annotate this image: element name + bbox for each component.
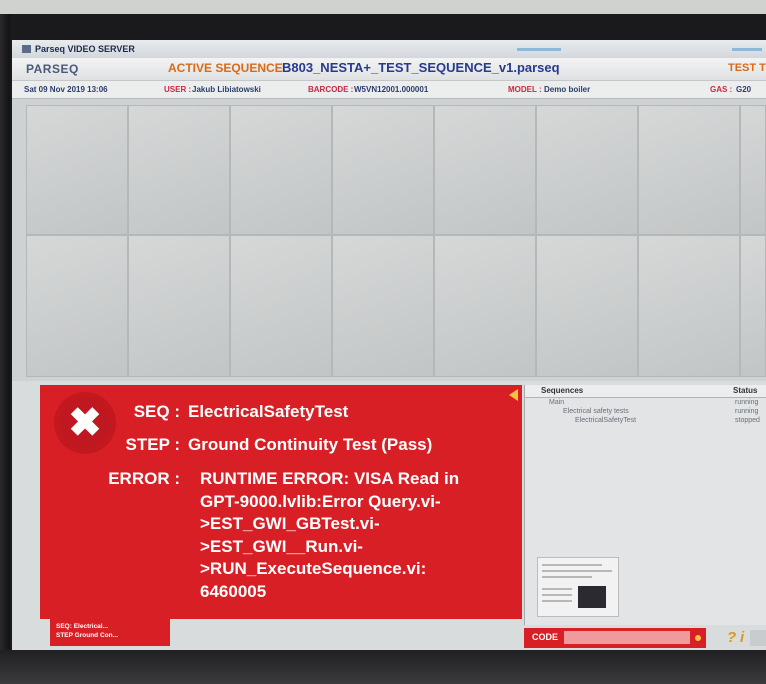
error-step-value: Ground Continuity Test (Pass) xyxy=(188,435,433,454)
video-tile[interactable] xyxy=(740,235,766,377)
monitor-bezel-top xyxy=(0,0,766,14)
panel-edge xyxy=(750,630,766,646)
mini-seq: SEQ: Electrical... xyxy=(56,623,109,630)
preview-line xyxy=(542,588,572,590)
video-tile[interactable] xyxy=(332,235,434,377)
video-tile[interactable] xyxy=(230,105,332,235)
preview-line xyxy=(542,594,572,596)
active-sequence-value: B803_NESTA+_TEST_SEQUENCE_v1.parseq xyxy=(282,60,560,75)
video-tile[interactable] xyxy=(128,235,230,377)
mini-step: STEP Ground Con... xyxy=(56,632,118,639)
video-tile[interactable] xyxy=(230,235,332,377)
active-sequence-label: ACTIVE SEQUENCE : xyxy=(168,61,291,75)
preview-image xyxy=(578,586,606,608)
app-window: Parseq VIDEO SERVER PARSEQ ACTIVE SEQUEN… xyxy=(12,40,766,652)
video-grid xyxy=(12,99,766,381)
error-step-row: STEP : Ground Continuity Test (Pass) xyxy=(40,434,522,456)
error-label: ERROR : xyxy=(108,469,180,488)
video-tile[interactable] xyxy=(536,235,638,377)
video-tile[interactable] xyxy=(638,235,740,377)
sequences-table-header: Sequences Status xyxy=(525,385,766,398)
window-titlebar: Parseq VIDEO SERVER xyxy=(12,40,766,58)
status-electrical-safety-test: stopped xyxy=(735,417,760,424)
code-status-icon xyxy=(695,635,701,641)
video-tile[interactable] xyxy=(536,105,638,235)
gas-label: GAS : xyxy=(710,85,733,94)
parseq-logo: PARSEQ xyxy=(26,62,79,76)
video-tile[interactable] xyxy=(740,105,766,235)
gas-value: G20 xyxy=(736,85,752,94)
collapse-arrow-icon[interactable] xyxy=(509,389,518,401)
help-icon[interactable]: ? xyxy=(727,629,736,646)
error-seq-label: SEQ : xyxy=(133,402,180,421)
tree-item-electrical-safety-test[interactable]: ElectricalSafetyTest xyxy=(575,417,636,424)
user-value: Jakub Libiatowski xyxy=(192,85,261,94)
monitor-bezel-left xyxy=(0,14,10,684)
barcode-label: BARCODE : xyxy=(308,85,354,94)
user-label: USER : xyxy=(164,85,192,94)
mini-status-panel: SEQ: Electrical... STEP Ground Con... xyxy=(50,619,170,646)
error-seq-value: ElectricalSafetyTest xyxy=(188,402,349,421)
tree-item-main[interactable]: Main xyxy=(549,399,564,406)
window-button[interactable] xyxy=(517,48,561,51)
app-icon xyxy=(22,45,31,53)
error-step-label: STEP : xyxy=(125,435,180,454)
video-tile[interactable] xyxy=(26,235,128,377)
code-label: CODE xyxy=(532,632,559,642)
test-label: TEST TI xyxy=(728,62,766,74)
preview-line xyxy=(542,570,612,572)
error-label-row: ERROR : xyxy=(40,468,190,490)
col-sequences: Sequences xyxy=(541,386,584,395)
model-label: MODEL : xyxy=(508,85,542,94)
video-tile[interactable] xyxy=(434,235,536,377)
preview-line xyxy=(542,576,592,578)
error-panel: ✖ SEQ : ElectricalSafetyTest STEP : Grou… xyxy=(40,385,522,619)
video-tile[interactable] xyxy=(332,105,434,235)
window-title: Parseq VIDEO SERVER xyxy=(35,44,135,54)
preview-thumbnail[interactable] xyxy=(537,557,619,617)
model-value: Demo boiler xyxy=(544,85,591,94)
datetime: Sat 09 Nov 2019 13:06 xyxy=(24,85,108,94)
sequences-panel: Sequences Status Main running Electrical… xyxy=(524,385,766,625)
code-input[interactable] xyxy=(564,631,690,644)
sequence-header: PARSEQ ACTIVE SEQUENCE : B803_NESTA+_TES… xyxy=(12,58,766,81)
col-status: Status xyxy=(733,386,758,395)
video-tile[interactable] xyxy=(128,105,230,235)
info-icon[interactable]: i xyxy=(740,629,744,646)
barcode-value: W5VN12001.000001 xyxy=(354,85,429,94)
status-main: running xyxy=(735,399,759,406)
video-tile[interactable] xyxy=(434,105,536,235)
error-seq-row: SEQ : ElectricalSafetyTest xyxy=(40,401,522,423)
video-tile[interactable] xyxy=(638,105,740,235)
code-bar: CODE xyxy=(524,628,706,648)
monitor-bezel-bottom xyxy=(0,650,766,684)
status-electrical-safety-tests: running xyxy=(735,408,759,415)
tree-item-electrical-safety-tests[interactable]: Electrical safety tests xyxy=(563,408,629,415)
video-tile[interactable] xyxy=(26,105,128,235)
error-message: RUNTIME ERROR: VISA Read in GPT-9000.lvl… xyxy=(200,469,460,601)
info-bar: Sat 09 Nov 2019 13:06 USER : Jakub Libia… xyxy=(12,81,766,99)
preview-line xyxy=(542,564,602,566)
preview-line xyxy=(542,600,572,602)
window-button[interactable] xyxy=(732,48,762,51)
